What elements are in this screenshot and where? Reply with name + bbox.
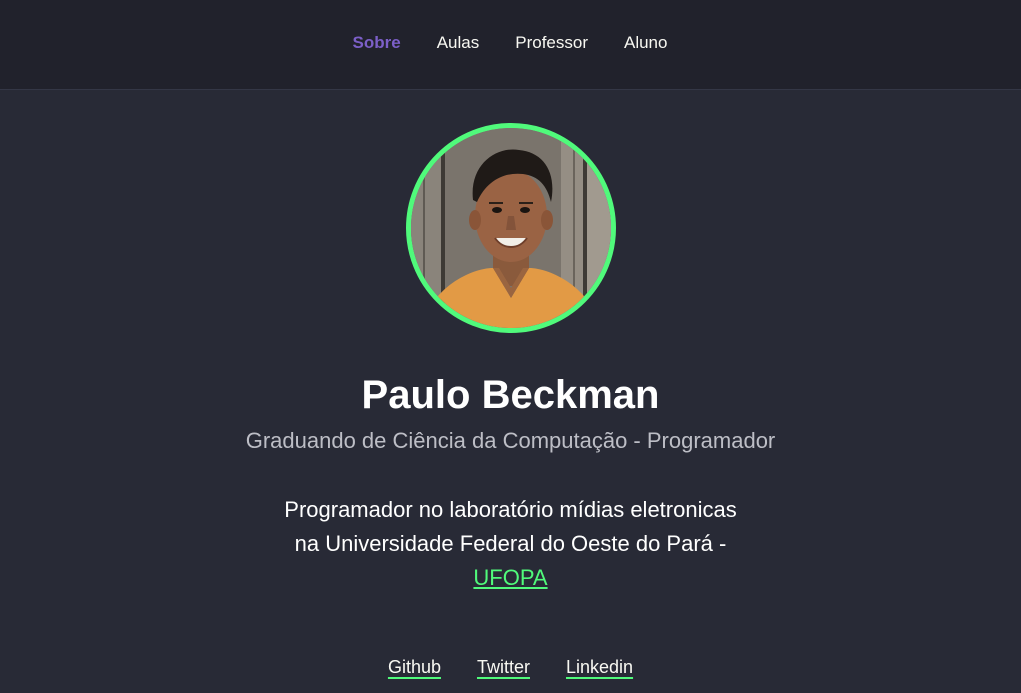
bio-line-2: na Universidade Federal do Oeste do Pará… xyxy=(294,531,727,556)
profile-section: Paulo Beckman Graduando de Ciência da Co… xyxy=(0,90,1021,678)
top-navbar: Sobre Aulas Professor Aluno xyxy=(0,0,1021,90)
avatar-photo xyxy=(410,128,611,328)
twitter-link[interactable]: Twitter xyxy=(477,657,530,678)
github-link[interactable]: Github xyxy=(388,657,441,678)
linkedin-link[interactable]: Linkedin xyxy=(566,657,633,678)
social-links: Github Twitter Linkedin xyxy=(388,657,633,678)
nav-item-sobre[interactable]: Sobre xyxy=(335,33,419,53)
nav-item-professor[interactable]: Professor xyxy=(497,33,606,53)
main-nav: Sobre Aulas Professor Aluno xyxy=(335,33,686,53)
avatar xyxy=(405,123,616,333)
nav-item-aluno[interactable]: Aluno xyxy=(606,33,685,53)
profile-bio: Programador no laboratório mídias eletro… xyxy=(251,493,771,595)
profile-name: Paulo Beckman xyxy=(361,373,660,417)
profile-subtitle: Graduando de Ciência da Computação - Pro… xyxy=(245,428,776,453)
bio-line-1: Programador no laboratório mídias eletro… xyxy=(284,497,737,522)
nav-item-aulas[interactable]: Aulas xyxy=(419,33,498,53)
ufopa-link[interactable]: UFOPA xyxy=(473,565,547,590)
